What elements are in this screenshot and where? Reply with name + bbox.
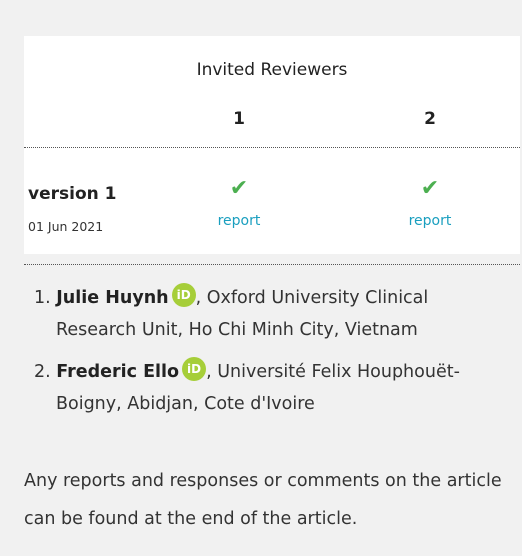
reviewer-name[interactable]: Frederic Ello — [56, 362, 179, 382]
report-link-1[interactable]: report — [199, 213, 279, 229]
footer-note: Any reports and responses or comments on… — [24, 471, 502, 529]
reviewer-column-2: 2 — [424, 109, 436, 129]
reviewer-number: 1. — [34, 288, 51, 308]
checkmark-icon: ✔ — [229, 176, 249, 201]
reviewer-list: 1. Julie Huynh iD, Oxford University Clin… — [34, 282, 514, 430]
reviewer-number: 2. — [34, 362, 51, 382]
divider-top — [24, 147, 520, 148]
reviewer-name[interactable]: Julie Huynh — [56, 288, 168, 308]
orcid-icon[interactable]: iD — [171, 283, 196, 307]
divider-bottom — [24, 264, 520, 265]
checkmark-icon: ✔ — [420, 176, 440, 201]
version-date: 01 Jun 2021 — [28, 219, 104, 234]
reviewer-column-1: 1 — [233, 109, 245, 129]
panel-title: Invited Reviewers — [196, 60, 348, 80]
invited-reviewers-panel: Invited Reviewers 1 2 version 1 01 Jun 2… — [24, 36, 520, 265]
reviewer-item: 2. Frederic Ello iD, Université Felix Hou… — [34, 356, 514, 420]
report-link-2[interactable]: report — [390, 213, 470, 229]
reviewer-item: 1. Julie Huynh iD, Oxford University Clin… — [34, 282, 514, 346]
version-label: version 1 — [28, 184, 117, 204]
orcid-icon[interactable]: iD — [182, 357, 207, 381]
